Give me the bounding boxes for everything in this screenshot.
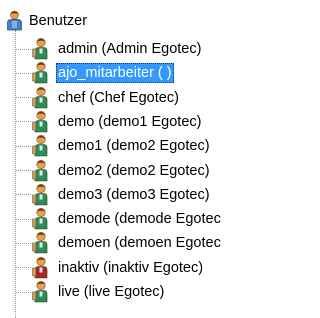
users-group-icon — [7, 10, 22, 31]
tree-item-label: demo1 (demo2 Egotec) — [58, 138, 210, 155]
tree-item-user[interactable]: demo1 (demo2 Egotec) — [16, 134, 212, 158]
tree-item-user[interactable]: demo (demo1 Egotec) — [16, 110, 203, 134]
user-icon — [32, 281, 48, 303]
user-tree: Benutzer admin (Admin Egotec) ajo_mitarbe… — [0, 0, 257, 318]
user-inactive-icon — [32, 256, 48, 278]
tree-connector — [16, 72, 31, 74]
tree-item-label: demoen (demoen Egotec — [58, 235, 221, 252]
tree-item-label: demo3 (demo3 Egotec) — [58, 186, 210, 203]
tree-connector — [16, 121, 31, 123]
tree-connector — [16, 194, 31, 196]
tree-connector — [16, 48, 31, 50]
user-icon — [32, 183, 48, 206]
user-icon — [32, 86, 48, 108]
tree-item-label: admin (Admin Egotec) — [58, 41, 202, 57]
tree-item-label: ajo_mitarbeiter ( ) — [56, 63, 174, 84]
tree-root-label: Benutzer — [29, 13, 88, 29]
tree-item-label: inaktiv (inaktiv Egotec) — [58, 259, 204, 276]
tree-connector — [16, 97, 31, 99]
tree-item-label: demo (demo1 Egotec) — [58, 113, 202, 130]
user-icon — [32, 159, 48, 181]
user-icon — [32, 62, 48, 84]
tree-connector — [16, 242, 31, 244]
tree-item-label: live (live Egotec) — [58, 284, 165, 300]
tree-item-user[interactable]: admin (Admin Egotec) — [16, 37, 203, 61]
tree-item-user[interactable]: demoen (demoen Egotec — [16, 231, 223, 255]
tree-connector — [16, 291, 31, 293]
tree-connector — [16, 267, 31, 269]
user-icon — [32, 232, 48, 254]
tree-item-user[interactable]: live (live Egotec) — [16, 280, 166, 304]
user-icon — [32, 110, 48, 133]
tree-connector — [16, 170, 31, 171]
tree-connector — [16, 145, 31, 147]
tree-item-user[interactable]: chef (Chef Egotec) — [16, 86, 181, 110]
tree-item-user[interactable]: ajo_mitarbeiter ( ) — [16, 61, 174, 85]
tree-connector — [16, 218, 31, 220]
tree-item-label: demo2 (demo2 Egotec) — [58, 162, 210, 179]
tree-item-label: chef (Chef Egotec) — [58, 89, 179, 106]
user-icon — [32, 135, 48, 157]
tree-item-user[interactable]: demo2 (demo2 Egotec) — [16, 159, 212, 183]
user-icon — [32, 38, 48, 60]
tree-item-label: demode (demode Egotec — [58, 211, 221, 228]
tree-item-user[interactable]: inaktiv (inaktiv Egotec) — [16, 256, 205, 280]
user-icon — [32, 208, 48, 230]
tree-item-user[interactable]: demo3 (demo3 Egotec) — [16, 183, 212, 207]
tree-root-benutzer[interactable]: Benutzer — [6, 9, 87, 33]
tree-item-user[interactable]: demode (demode Egotec — [16, 207, 223, 231]
